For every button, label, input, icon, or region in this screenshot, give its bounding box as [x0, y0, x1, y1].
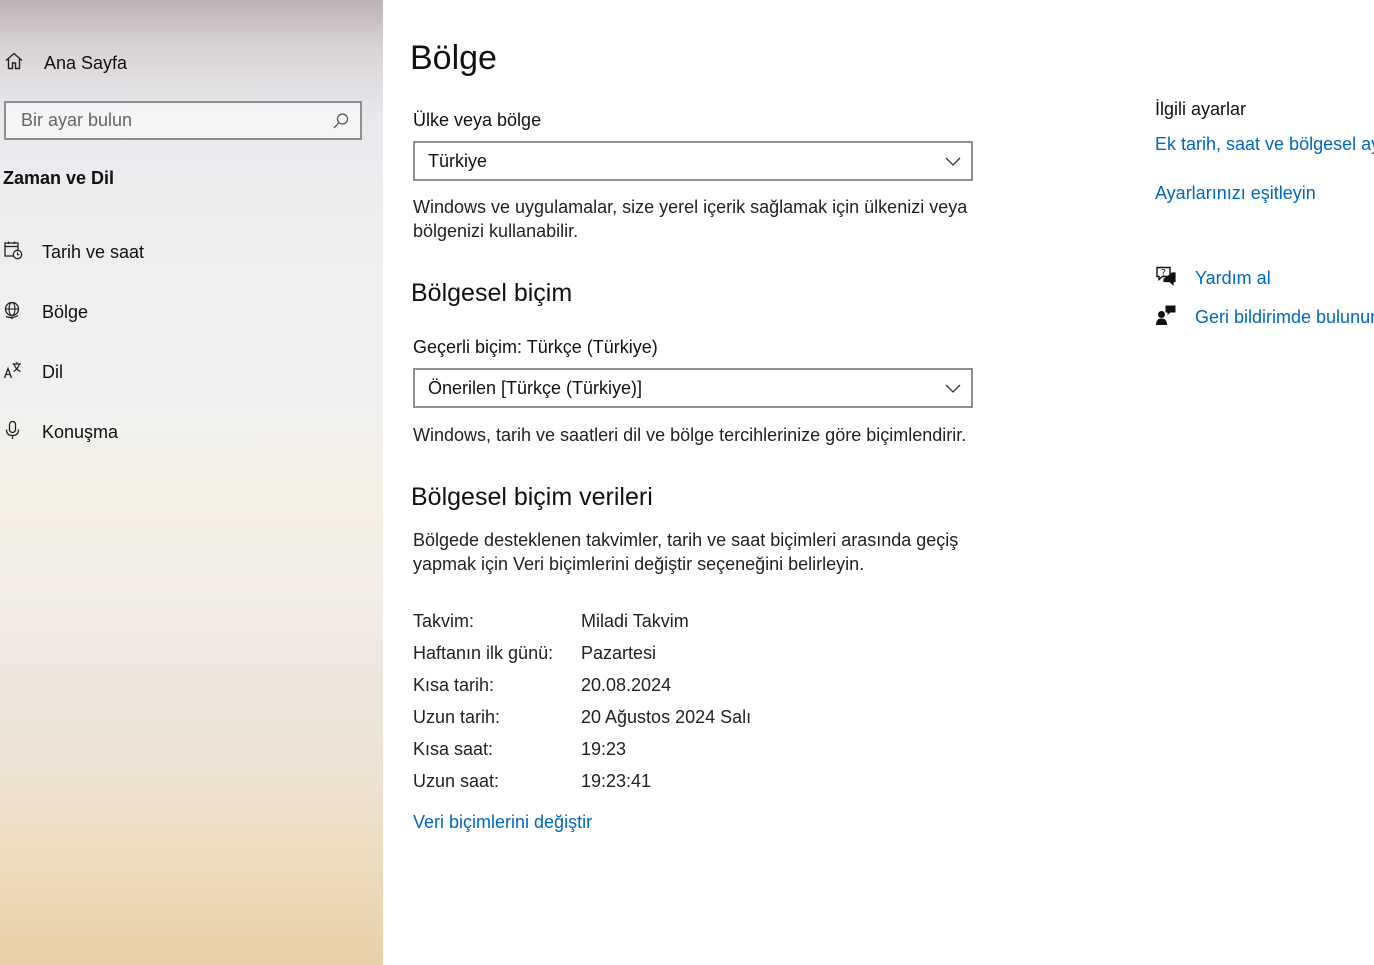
table-row: Uzun saat: 19:23:41	[413, 765, 751, 797]
related-settings-title: İlgili ayarlar	[1155, 99, 1247, 119]
row-value: 20.08.2024	[581, 674, 672, 695]
sidebar-item-date-time[interactable]: Tarih ve saat	[3, 237, 144, 267]
related-settings: İlgili ayarlar Ek tarih, saat ve bölgese…	[1155, 0, 1374, 965]
globe-icon	[3, 300, 23, 325]
feedback-person-icon	[1155, 304, 1177, 331]
format-data-description: Bölgede desteklenen takvimler, tarih ve …	[413, 530, 959, 574]
country-value: Türkiye	[428, 150, 488, 171]
sidebar-item-label: Tarih ve saat	[42, 241, 145, 262]
row-key: Takvim:	[413, 610, 475, 631]
row-key: Kısa saat:	[413, 738, 494, 759]
sidebar-item-region[interactable]: Bölge	[3, 297, 88, 327]
section-title: Zaman ve Dil	[3, 168, 115, 188]
row-value: Pazartesi	[581, 642, 657, 663]
sync-settings-link[interactable]: Ayarlarınızı eşitleyin	[1155, 183, 1316, 204]
regional-format-description: Windows, tarih ve saatleri dil ve bölge …	[413, 425, 967, 445]
country-dropdown[interactable]: Türkiye	[413, 141, 973, 181]
search-icon[interactable]	[332, 112, 350, 135]
sidebar-item-label: Dil	[42, 361, 63, 382]
search-input[interactable]	[19, 109, 319, 132]
page-title: Bölge	[410, 39, 497, 77]
table-row: Kısa tarih: 20.08.2024	[413, 669, 751, 701]
give-feedback-link[interactable]: Geri bildirimde bulunun	[1155, 304, 1374, 331]
language-icon	[3, 360, 23, 385]
sidebar-item-label: Bölge	[42, 301, 89, 322]
format-data-table: Takvim: Miladi Takvim Haftanın ilk günü:…	[413, 605, 751, 797]
row-key: Uzun saat:	[413, 770, 500, 791]
home-icon	[4, 51, 24, 76]
search-box[interactable]	[4, 101, 362, 140]
sidebar-item-speech[interactable]: Konuşma	[3, 417, 118, 447]
table-row: Haftanın ilk günü: Pazartesi	[413, 637, 751, 669]
sidebar-item-label: Konuşma	[42, 421, 119, 442]
row-value: 19:23:41	[581, 770, 652, 791]
row-value: Miladi Takvim	[581, 610, 689, 631]
help-chat-icon: ?	[1155, 265, 1177, 292]
home-link[interactable]: Ana Sayfa	[4, 50, 127, 76]
row-key: Kısa tarih:	[413, 674, 495, 695]
change-data-formats-link[interactable]: Veri biçimlerini değiştir	[413, 812, 592, 833]
chevron-down-icon	[945, 154, 961, 173]
microphone-icon	[3, 420, 23, 445]
row-key: Haftanın ilk günü:	[413, 642, 554, 663]
table-row: Uzun tarih: 20 Ağustos 2024 Salı	[413, 701, 751, 733]
svg-text:?: ?	[1161, 269, 1166, 279]
country-description: Windows ve uygulamalar, size yerel içeri…	[413, 197, 968, 241]
additional-date-time-region-link[interactable]: Ek tarih, saat ve bölgesel ayarlar	[1155, 134, 1374, 155]
table-row: Kısa saat: 19:23	[413, 733, 751, 765]
regional-format-heading: Bölgesel biçim	[411, 279, 573, 307]
current-format-label: Geçerli biçim: Türkçe (Türkiye)	[413, 337, 658, 357]
regional-format-dropdown[interactable]: Önerilen [Türkçe (Türkiye)]	[413, 368, 973, 408]
sidebar: Ana Sayfa Zaman ve Dil Tarih ve saat	[0, 0, 383, 965]
get-help-label: Yardım al	[1195, 268, 1271, 288]
sidebar-item-language[interactable]: Dil	[3, 357, 63, 387]
calendar-clock-icon	[3, 240, 23, 265]
chevron-down-icon	[945, 381, 961, 400]
row-key: Uzun tarih:	[413, 706, 501, 727]
home-label: Ana Sayfa	[44, 52, 128, 73]
country-label: Ülke veya bölge	[413, 110, 542, 130]
table-row: Takvim: Miladi Takvim	[413, 605, 751, 637]
get-help-link[interactable]: ? Yardım al	[1155, 265, 1271, 292]
regional-format-value: Önerilen [Türkçe (Türkiye)]	[428, 377, 643, 398]
row-value: 20 Ağustos 2024 Salı	[581, 706, 752, 727]
row-value: 19:23	[581, 738, 627, 759]
give-feedback-label: Geri bildirimde bulunun	[1195, 307, 1374, 327]
format-data-heading: Bölgesel biçim verileri	[411, 483, 653, 511]
